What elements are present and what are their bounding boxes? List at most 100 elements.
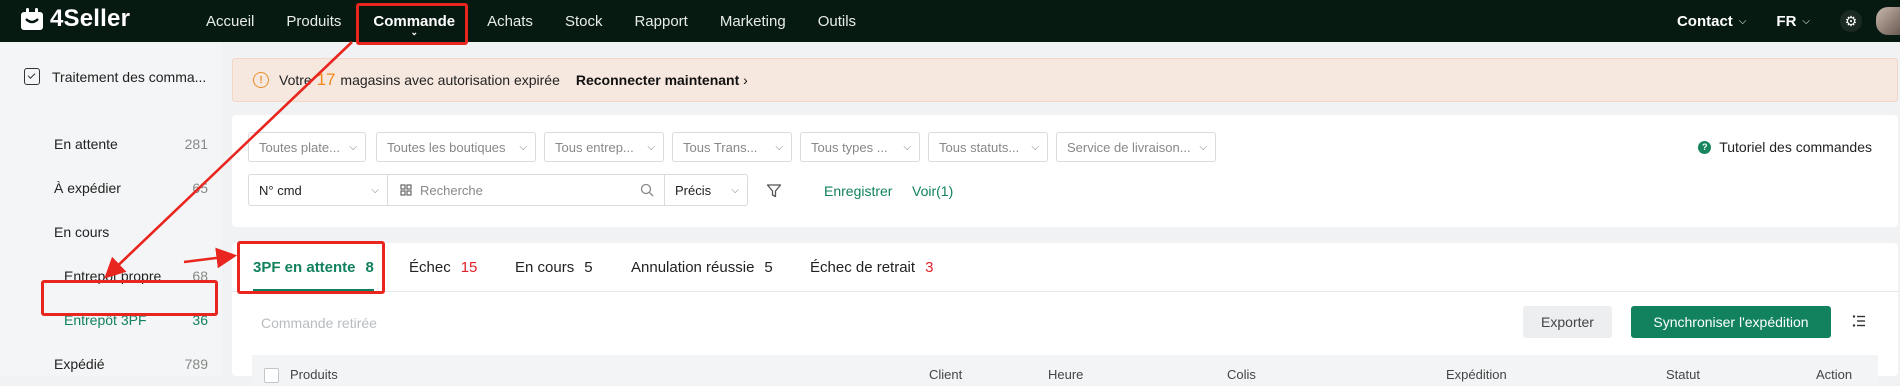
column-header-action[interactable]: Action: [1816, 367, 1852, 382]
status-select[interactable]: Tous statuts... ⌵: [928, 132, 1048, 162]
select-value: Tous statuts...: [939, 139, 1020, 155]
tab-count: 5: [584, 258, 593, 276]
search-input[interactable]: Recherche: [387, 174, 665, 206]
alert-text: Votre 17 magasins avec autorisation expi…: [279, 70, 560, 90]
column-header-client[interactable]: Client: [929, 367, 962, 382]
tab-count: 5: [764, 258, 773, 276]
top-right-menu: Contact ⌵ FR ⌵ ⚙: [1677, 0, 1900, 42]
view-filters-link[interactable]: Voir(1): [912, 183, 953, 199]
sidebar-item-label: Expédié: [54, 356, 105, 372]
language-menu[interactable]: FR ⌵: [1776, 13, 1810, 30]
nav-stock[interactable]: Stock: [549, 0, 619, 42]
help-icon: ?: [1698, 140, 1712, 154]
tab-count: 3: [925, 258, 934, 276]
platform-select[interactable]: Toutes plate... ⌵: [248, 132, 366, 162]
top-navbar: 4Seller Accueil Produits Commande ⌄ Acha…: [0, 0, 1900, 42]
contact-menu[interactable]: Contact ⌵: [1677, 13, 1746, 30]
sidebar-item-expedie[interactable]: Expédié 789: [0, 342, 222, 386]
expired-authorization-alert: ! Votre 17 magasins avec autorisation ex…: [232, 58, 1898, 102]
column-settings-icon[interactable]: [1852, 314, 1866, 328]
tab-label: Échec de retrait: [810, 258, 916, 276]
column-header-produits[interactable]: Produits: [290, 367, 338, 382]
chevron-down-icon: ⌵: [731, 184, 739, 196]
language-label: FR: [1776, 12, 1797, 30]
sidebar-item-en-cours[interactable]: En cours: [0, 210, 222, 254]
match-mode-select[interactable]: Précis ⌵: [664, 174, 748, 206]
select-value: Tous entrep...: [555, 139, 634, 155]
scan-icon: [400, 184, 412, 196]
warehouse-select[interactable]: Tous entrep... ⌵: [544, 132, 664, 162]
sidebar-header-label: Traitement des comma...: [52, 68, 207, 85]
shops-select[interactable]: Toutes les boutiques ⌵: [376, 132, 536, 162]
sidebar-item-label: À expédier: [54, 180, 121, 196]
sidebar-item-a-expedier[interactable]: À expédier 65: [0, 166, 222, 210]
chevron-down-icon: ⌵: [349, 141, 357, 153]
contact-label: Contact: [1676, 12, 1733, 30]
chevron-down-icon: ⌵: [903, 141, 911, 153]
search-placeholder: Recherche: [420, 182, 483, 198]
sidebar-header[interactable]: Traitement des comma...: [24, 68, 206, 85]
warning-icon: !: [253, 72, 269, 88]
reconnect-label: Reconnecter maintenant: [575, 72, 740, 88]
chevron-down-icon: ⌵: [1199, 141, 1207, 153]
column-header-statut[interactable]: Statut: [1666, 367, 1700, 382]
avatar[interactable]: [1876, 7, 1900, 35]
tab-label: Annulation réussie: [631, 258, 755, 276]
logo[interactable]: 4Seller: [20, 4, 130, 34]
delivery-service-select[interactable]: Service de livraison... ⌵: [1056, 132, 1216, 162]
alert-suffix: magasins avec autorisation expirée: [340, 72, 560, 88]
chevron-down-icon: ⌵: [519, 141, 527, 153]
tab-en-cours[interactable]: En cours 5: [515, 243, 593, 291]
filter-panel: Toutes plate... ⌵ Toutes les boutiques ⌵…: [232, 115, 1898, 227]
sidebar-item-count: 281: [184, 136, 208, 152]
nav-accueil[interactable]: Accueil: [190, 0, 270, 42]
chevron-down-icon: ⌵: [1738, 15, 1747, 27]
logo-icon: [21, 8, 43, 30]
search-field-select[interactable]: N° cmd ⌵: [248, 174, 388, 206]
nav-produits[interactable]: Produits: [270, 0, 357, 42]
sidebar-item-label: En attente: [54, 136, 118, 152]
sidebar: Traitement des comma... En attente 281 À…: [0, 42, 222, 376]
select-value: Précis: [675, 182, 712, 198]
withdrawn-order-link[interactable]: Commande retirée: [261, 315, 377, 331]
tab-echec[interactable]: Échec 15: [409, 243, 477, 291]
main-nav: Accueil Produits Commande ⌄ Achats Stock…: [190, 0, 872, 42]
sidebar-item-en-attente[interactable]: En attente 281: [0, 122, 222, 166]
search-icon[interactable]: [640, 183, 654, 197]
types-select[interactable]: Tous types ... ⌵: [800, 132, 920, 162]
orders-panel: 3PF en attente 8 Échec 15 En cours 5 Ann…: [232, 243, 1898, 385]
tab-count: 15: [460, 258, 478, 276]
select-value: Tous types ...: [811, 139, 888, 155]
save-filter-link[interactable]: Enregistrer: [824, 183, 892, 199]
settings-gear-icon[interactable]: ⚙: [1840, 10, 1862, 32]
column-header-colis[interactable]: Colis: [1227, 367, 1256, 382]
chevron-down-icon: ⌵: [775, 141, 783, 153]
reconnect-link[interactable]: Reconnecter maintenant ›: [576, 72, 748, 88]
column-header-heure[interactable]: Heure: [1048, 367, 1083, 382]
alert-count: 17: [316, 70, 336, 89]
tutorial-link[interactable]: ? Tutoriel des commandes: [1698, 139, 1872, 155]
chevron-down-icon: ⌵: [371, 184, 379, 196]
nav-outils[interactable]: Outils: [802, 0, 872, 42]
transport-select[interactable]: Tous Trans... ⌵: [672, 132, 792, 162]
highlight-box-commande: [356, 3, 468, 45]
nav-marketing[interactable]: Marketing: [704, 0, 802, 42]
tab-label: En cours: [515, 258, 575, 276]
chevron-down-icon: ⌵: [1802, 15, 1810, 27]
clipboard-check-icon: [24, 68, 40, 85]
nav-rapport[interactable]: Rapport: [618, 0, 703, 42]
logo-text: 4Seller: [50, 5, 131, 32]
order-tabs: 3PF en attente 8 Échec 15 En cours 5 Ann…: [232, 243, 1898, 292]
filter-icon[interactable]: [766, 183, 782, 199]
nav-achats[interactable]: Achats: [471, 0, 549, 42]
export-button[interactable]: Exporter: [1523, 306, 1612, 338]
select-value: Toutes les boutiques: [387, 139, 506, 155]
tab-echec-de-retrait[interactable]: Échec de retrait 3: [810, 243, 933, 291]
chevron-right-icon: ›: [743, 72, 748, 88]
sidebar-item-label: En cours: [54, 224, 110, 240]
tab-annulation-reussie[interactable]: Annulation réussie 5: [631, 243, 773, 291]
select-value: Service de livraison...: [1067, 139, 1191, 155]
chevron-down-icon: ⌵: [647, 141, 655, 153]
column-header-expedition[interactable]: Expédition: [1446, 367, 1507, 382]
sync-shipment-button[interactable]: Synchroniser l'expédition: [1631, 306, 1831, 338]
